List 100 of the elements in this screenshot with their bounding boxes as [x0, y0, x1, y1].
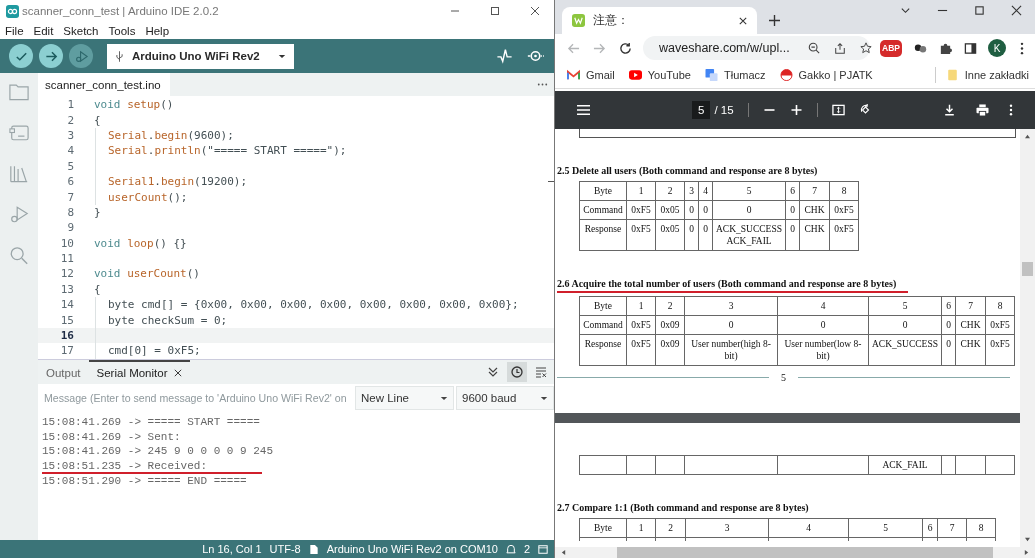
print-icon[interactable]	[976, 104, 989, 116]
close-icon[interactable]	[1011, 4, 1022, 16]
bookmark[interactable]: Gakko | PJATK	[779, 69, 873, 81]
puzzle-icon[interactable]	[939, 41, 952, 55]
usb-icon	[115, 49, 124, 63]
line-number: 14	[59, 298, 74, 312]
table-cell: 0xF5	[834, 205, 854, 215]
encoding-label[interactable]: UTF-8	[269, 543, 301, 555]
line-number: 3	[66, 128, 74, 142]
code-line: void setup()	[94, 98, 174, 112]
bookmark-folder[interactable]: Inne zakładki	[945, 69, 1029, 81]
code-line: }	[94, 205, 101, 219]
line-number: 9	[66, 221, 74, 235]
reload-icon[interactable]	[619, 41, 632, 55]
zoom-out-icon[interactable]	[807, 42, 820, 54]
upload-button[interactable]	[39, 44, 63, 68]
table-cell: 1	[638, 186, 644, 196]
page-number-field[interactable]: 5	[692, 101, 711, 119]
table-cell: 8	[997, 301, 1003, 311]
close-icon[interactable]	[530, 6, 540, 16]
table-cell: 3	[724, 523, 730, 533]
table-cell: 0	[946, 339, 951, 349]
panel-tab[interactable]: Serial Monitor	[88, 360, 191, 384]
verify-button[interactable]	[9, 44, 33, 68]
side-panel-icon[interactable]	[964, 41, 977, 55]
scroll-thumb[interactable]	[1022, 262, 1033, 276]
board-port-label[interactable]: Arduino Uno WiFi Rev2 on COM10	[326, 543, 498, 555]
table-cell: 0x05	[660, 224, 680, 234]
bookmark[interactable]: Gmail	[567, 69, 615, 81]
menu-item[interactable]: Tools	[108, 24, 136, 37]
board-selector[interactable]: Arduino Uno WiFi Rev2	[107, 43, 294, 69]
browser-tab[interactable]: 注意：	[562, 7, 757, 34]
table-cell: 0	[902, 320, 908, 330]
table-cell: 2	[667, 301, 673, 311]
menu-item[interactable]: Sketch	[63, 24, 99, 37]
table-cell: ACK_FAIL	[882, 460, 928, 470]
horizontal-scrollbar[interactable]	[555, 547, 1035, 558]
new-tab-icon[interactable]	[769, 15, 780, 26]
maximize-icon[interactable]	[974, 4, 985, 16]
clock-icon	[511, 366, 523, 378]
download-icon[interactable]	[943, 104, 956, 116]
line-ending-dropdown[interactable]: New Line	[355, 386, 454, 410]
profile-avatar[interactable]: K	[988, 39, 1006, 57]
close-icon[interactable]	[739, 16, 747, 25]
scroll-down-icon[interactable]	[1024, 537, 1031, 542]
table-cell: 4	[703, 186, 708, 196]
bell-icon[interactable]	[505, 543, 516, 555]
table-cell: CHK	[960, 320, 981, 330]
table-cell: 2	[667, 186, 673, 196]
table-cell: Response	[584, 224, 622, 234]
spheres-icon[interactable]	[914, 41, 927, 55]
editor-tab[interactable]: scanner_conn_test.ino	[38, 73, 170, 96]
maximize-icon[interactable]	[490, 6, 500, 16]
table-cell: 4	[820, 301, 826, 311]
log-line: 15:08:51.290 -> ===== END =====	[42, 473, 247, 489]
table-cell: Command	[583, 320, 623, 330]
rotate-icon[interactable]	[858, 104, 872, 116]
bookmark[interactable]: YouTube	[628, 69, 691, 81]
baud-rate-dropdown[interactable]: 9600 baud	[456, 386, 554, 410]
menu-icon[interactable]	[1020, 41, 1024, 55]
menu-icon[interactable]	[577, 104, 590, 116]
more-icon[interactable]	[1009, 104, 1013, 116]
table-cell: 0x05	[660, 205, 680, 215]
timestamp-toggle[interactable]	[507, 362, 527, 382]
code-line: byte cmd[] = {0x00, 0x00, 0x00, 0x00, 0x00, 0x00, 0x00, 0x00};	[108, 298, 519, 312]
bookmark[interactable]: Tłumacz	[704, 69, 766, 81]
star-icon[interactable]	[859, 42, 872, 54]
fit-page-icon[interactable]	[831, 104, 845, 116]
line-number: 11	[59, 252, 74, 266]
translate-icon	[704, 69, 718, 81]
cursor-position[interactable]: Ln 16, Col 1	[202, 543, 262, 555]
serial-plotter-icon[interactable]	[496, 48, 513, 64]
table-cell: 0	[790, 205, 795, 215]
scroll-right-icon[interactable]	[1024, 549, 1029, 556]
panel-tab[interactable]: Output	[38, 360, 89, 384]
menu-item[interactable]: Edit	[33, 24, 54, 37]
close-icon[interactable]	[174, 369, 183, 377]
ad-block-extension[interactable]: ABP	[880, 39, 902, 57]
address-bar[interactable]: waveshare.com/w/upl...	[643, 36, 870, 60]
table-cell: 1	[638, 523, 644, 533]
code-line: cmd[0] = 0xF5;	[108, 344, 201, 358]
share-icon[interactable]	[833, 42, 846, 54]
table-cell: 0	[689, 224, 694, 234]
code-line: {	[94, 113, 101, 127]
play-button-icon	[628, 69, 642, 81]
panel-icon[interactable]	[538, 543, 548, 555]
table-cell: 0xF5	[631, 339, 651, 349]
line-number: 16	[59, 329, 74, 343]
zoom-in-icon[interactable]	[789, 104, 803, 116]
scroll-thumb[interactable]	[617, 547, 993, 558]
scroll-up-icon[interactable]	[1024, 134, 1031, 139]
scroll-left-icon[interactable]	[561, 549, 566, 556]
code-line: userCount();	[108, 190, 188, 204]
serial-monitor-icon[interactable]	[527, 48, 544, 64]
table-cell: 8	[978, 523, 984, 533]
table-cell: 6	[927, 523, 933, 533]
vertical-scrollbar[interactable]	[1020, 129, 1035, 547]
menu-item[interactable]: File	[5, 24, 24, 37]
table-cell: Byte	[594, 301, 612, 311]
menu-item[interactable]: Help	[145, 24, 170, 37]
